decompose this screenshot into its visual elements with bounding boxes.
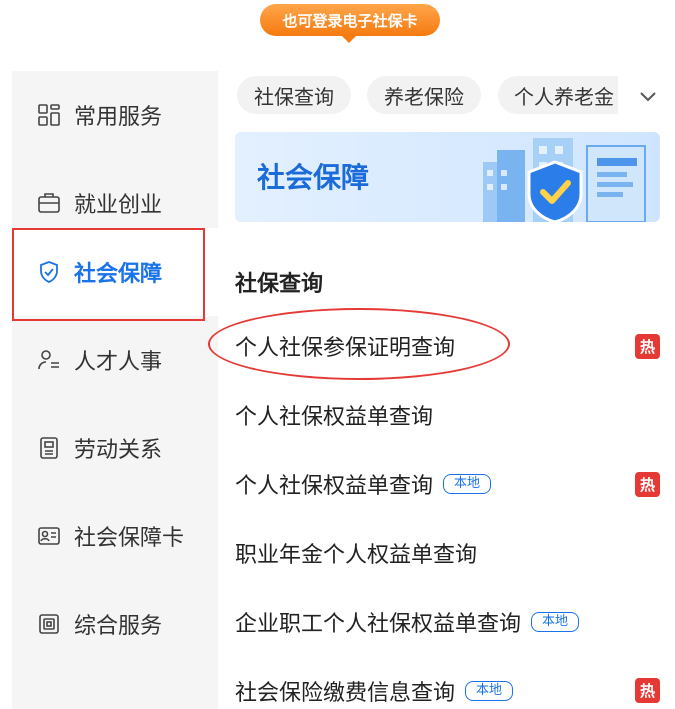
chevron-down-icon[interactable] — [636, 84, 660, 108]
local-badge: 本地 — [465, 681, 514, 701]
list-item-label: 社会保险缴费信息查询 — [235, 681, 456, 706]
tip-arrow — [341, 35, 357, 43]
list-item-insurance-certificate[interactable]: 个人社保参保证明查询 — [235, 328, 455, 364]
list-item-label: 职业年金个人权益单查询 — [235, 543, 478, 568]
sidebar-item-label: 劳动关系 — [74, 438, 163, 463]
category-banner: 社会保障 — [235, 132, 660, 222]
login-tip-bubble[interactable]: 也可登录电子社保卡 — [260, 4, 440, 36]
sidebar-item-labor-relations[interactable]: 劳动关系 — [12, 404, 218, 492]
tab-label: 社保查询 — [254, 84, 334, 109]
sidebar-item-label: 社会保障 — [74, 262, 163, 287]
tab-social-security-query[interactable]: 社保查询 — [237, 76, 351, 114]
hot-badge: 热 — [635, 472, 660, 497]
section-title: 社保查询 — [235, 272, 324, 297]
document-icon — [36, 435, 62, 461]
banner-title: 社会保障 — [257, 161, 370, 194]
sidebar: 常用服务 就业创业 社会保障 人才人事 劳动关系 社会保障卡 综合服务 — [12, 71, 218, 709]
tab-label: 养老保险 — [384, 84, 464, 109]
list-item-label: 个人社保参保证明查询 — [235, 336, 456, 361]
tab-personal-pension[interactable]: 个人养老金 — [498, 76, 618, 114]
list-item-payment-info[interactable]: 社会保险缴费信息查询 本地 — [235, 673, 514, 709]
sidebar-item-label: 综合服务 — [74, 614, 163, 639]
tab-label: 个人养老金 — [514, 84, 614, 109]
sidebar-item-common-services[interactable]: 常用服务 — [12, 71, 218, 159]
sidebar-item-label: 社会保障卡 — [74, 526, 185, 551]
sidebar-item-social-security[interactable]: 社会保障 — [12, 228, 218, 316]
sidebar-item-label: 常用服务 — [74, 105, 163, 130]
hot-badge: 热 — [635, 678, 660, 703]
id-card-icon — [36, 523, 62, 549]
sidebar-item-label: 人才人事 — [74, 350, 163, 375]
local-badge: 本地 — [443, 474, 492, 494]
shield-check-icon — [36, 259, 62, 285]
hot-badge: 热 — [635, 334, 660, 359]
grid-icon — [36, 102, 62, 128]
list-item-label: 个人社保权益单查询 — [235, 405, 434, 430]
list-item-occupational-annuity[interactable]: 职业年金个人权益单查询 — [235, 535, 477, 571]
list-item-rights-statement[interactable]: 个人社保权益单查询 — [235, 397, 433, 433]
city-shield-illustration — [483, 138, 646, 222]
sidebar-item-talent[interactable]: 人才人事 — [12, 316, 218, 404]
list-item-enterprise-rights[interactable]: 企业职工个人社保权益单查询 本地 — [235, 604, 580, 640]
list-item-rights-statement-local[interactable]: 个人社保权益单查询 本地 — [235, 466, 492, 502]
briefcase-icon — [36, 190, 62, 216]
local-badge: 本地 — [531, 612, 580, 632]
list-item-label: 个人社保权益单查询 — [235, 474, 434, 499]
login-tip-text: 也可登录电子社保卡 — [282, 11, 418, 30]
stack-icon — [36, 611, 62, 637]
sidebar-item-label: 就业创业 — [74, 193, 163, 218]
list-item-label: 企业职工个人社保权益单查询 — [235, 612, 522, 637]
sidebar-item-comprehensive[interactable]: 综合服务 — [12, 580, 218, 668]
person-list-icon — [36, 347, 62, 373]
sidebar-item-social-security-card[interactable]: 社会保障卡 — [12, 492, 218, 580]
tab-pension-insurance[interactable]: 养老保险 — [367, 76, 481, 114]
